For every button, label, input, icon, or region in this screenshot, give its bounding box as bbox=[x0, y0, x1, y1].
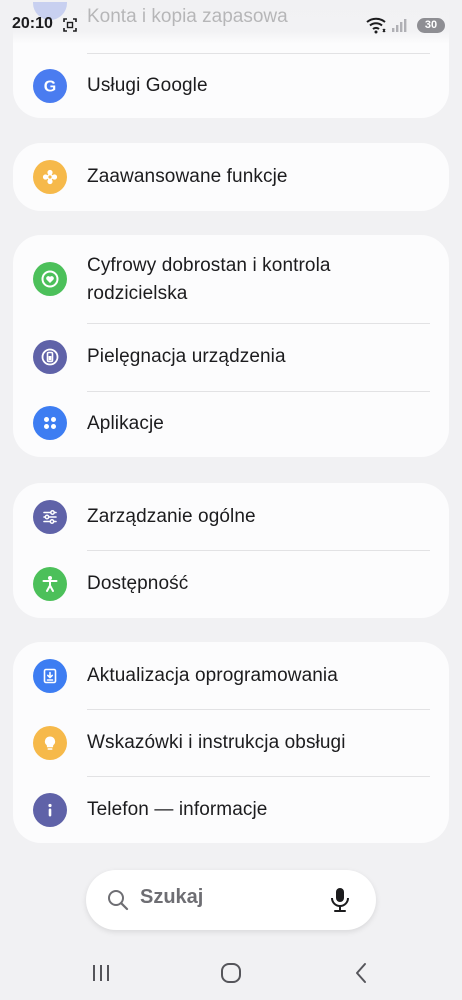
settings-item-device-care[interactable]: Pielęgnacja urządzenia bbox=[13, 324, 449, 391]
svg-text:G: G bbox=[44, 79, 56, 96]
device-care-icon bbox=[33, 340, 67, 374]
apps-icon bbox=[33, 406, 67, 440]
settings-item-advanced-features[interactable]: Zaawansowane funkcje bbox=[13, 143, 449, 211]
digital-wellbeing-icon bbox=[33, 262, 67, 296]
search-icon bbox=[106, 888, 130, 917]
status-time: 20:10 bbox=[12, 15, 53, 32]
accessibility-icon bbox=[33, 567, 67, 601]
google-icon: G bbox=[33, 69, 67, 103]
home-button[interactable] bbox=[215, 959, 247, 987]
tips-bulb-icon bbox=[33, 726, 67, 760]
settings-item-label: Telefon — informacje bbox=[87, 799, 268, 820]
wifi-icon bbox=[366, 16, 388, 39]
settings-item-label: Aplikacje bbox=[87, 413, 164, 434]
battery-indicator: 30 bbox=[417, 18, 445, 33]
advanced-features-icon bbox=[33, 160, 67, 194]
info-icon bbox=[33, 793, 67, 827]
search-bar[interactable]: Szukaj bbox=[86, 870, 376, 930]
settings-list[interactable]: G Usługi Google Zaawansowane funkcje Cyf… bbox=[0, 0, 462, 1000]
settings-item-about-phone[interactable]: Telefon — informacje bbox=[13, 777, 449, 843]
settings-item-accessibility[interactable]: Dostępność bbox=[13, 551, 449, 618]
settings-item-label: Dostępność bbox=[87, 573, 189, 594]
status-bar: Konta i kopia zapasowa 20:10 30 bbox=[0, 0, 462, 44]
microphone-icon[interactable] bbox=[329, 887, 351, 918]
screenshot-notification-icon bbox=[63, 18, 77, 37]
settings-item-label: Usługi Google bbox=[87, 75, 208, 96]
settings-item-google-services[interactable]: G Usługi Google bbox=[13, 54, 449, 118]
settings-item-accounts-backup-label: Konta i kopia zapasowa bbox=[87, 6, 288, 27]
card-general-accessibility: Zarządzanie ogólne Dostępność bbox=[13, 483, 449, 618]
software-update-icon bbox=[33, 659, 67, 693]
navigation-bar bbox=[0, 945, 462, 1000]
card-wellbeing-care-apps: Cyfrowy dobrostan i kontrola rodzicielsk… bbox=[13, 235, 449, 457]
recent-apps-button[interactable] bbox=[85, 959, 117, 987]
card-update-tips-about: Aktualizacja oprogramowania Wskazówki i … bbox=[13, 642, 449, 843]
general-management-icon bbox=[33, 500, 67, 534]
settings-item-label: Wskazówki i instrukcja obsługi bbox=[87, 732, 346, 753]
settings-item-label: Aktualizacja oprogramowania bbox=[87, 665, 338, 686]
settings-item-label: Zarządzanie ogólne bbox=[87, 506, 256, 527]
search-input[interactable]: Szukaj bbox=[140, 886, 203, 909]
settings-item-label: Pielęgnacja urządzenia bbox=[87, 346, 286, 367]
settings-item-general-management[interactable]: Zarządzanie ogólne bbox=[13, 483, 449, 550]
card-advanced-features: Zaawansowane funkcje bbox=[13, 143, 449, 211]
settings-item-digital-wellbeing[interactable]: Cyfrowy dobrostan i kontrola rodzicielsk… bbox=[13, 235, 449, 324]
settings-item-label: Cyfrowy dobrostan i kontrola rodzicielsk… bbox=[87, 255, 331, 304]
settings-item-tips[interactable]: Wskazówki i instrukcja obsługi bbox=[13, 710, 449, 777]
settings-item-label: Zaawansowane funkcje bbox=[87, 166, 288, 187]
back-button[interactable] bbox=[345, 959, 377, 987]
settings-item-apps[interactable]: Aplikacje bbox=[13, 392, 449, 457]
signal-icon bbox=[391, 18, 407, 38]
settings-item-software-update[interactable]: Aktualizacja oprogramowania bbox=[13, 642, 449, 709]
